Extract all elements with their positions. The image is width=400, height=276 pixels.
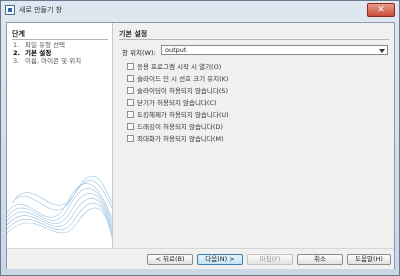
option-maximize-not-allowed[interactable]: 최대화가 허용되지 않습니다(M) xyxy=(127,133,224,143)
step-label: 이름, 아이콘 및 위치 xyxy=(25,57,82,65)
step-number: 1. xyxy=(13,41,20,49)
step-label: 파일 유형 선택 xyxy=(25,41,66,49)
app-icon xyxy=(5,5,15,15)
option-label: 드래깅이 허용되지 않습니다(D) xyxy=(137,123,223,131)
option-label: 응용 프로그램 시작 시 열기(O) xyxy=(137,63,222,71)
close-button[interactable]: ✕ xyxy=(367,3,395,17)
steps-heading: 단계 xyxy=(12,30,25,38)
option-sliding-not-allowed[interactable]: 슬라이딩이 허용되지 않습니다(S) xyxy=(127,85,228,95)
chevron-down-icon[interactable] xyxy=(379,49,385,53)
back-button[interactable]: < 뒤로(B) xyxy=(147,254,193,265)
checkbox[interactable] xyxy=(127,98,134,106)
help-button[interactable]: 도움말(H) xyxy=(347,254,391,265)
steps-list: 1. 파일 유형 선택 2. 기본 설정 3. 이름, 아이콘 및 위치 xyxy=(13,41,81,65)
step-item-current: 2. 기본 설정 xyxy=(13,49,81,57)
step-label: 기본 설정 xyxy=(25,49,52,57)
step-item: 1. 파일 유형 선택 xyxy=(13,41,81,49)
close-icon: ✕ xyxy=(377,5,385,15)
option-label: 슬라이드 인 시 선호 크기 유지(K) xyxy=(137,75,229,83)
checkbox[interactable] xyxy=(127,110,134,118)
option-dragging-not-allowed[interactable]: 드래깅이 허용되지 않습니다(D) xyxy=(127,121,223,131)
checkbox[interactable] xyxy=(127,134,134,142)
section-title: 기본 설정 xyxy=(119,30,148,38)
option-open-on-start[interactable]: 응용 프로그램 시작 시 열기(O) xyxy=(127,61,221,71)
option-label: 최대화가 허용되지 않습니다(M) xyxy=(137,135,224,143)
checkbox[interactable] xyxy=(127,122,134,130)
option-closing-not-allowed[interactable]: 닫기가 허용되지 않습니다(C) xyxy=(127,97,217,107)
steps-divider xyxy=(12,39,108,40)
decorative-waves-image xyxy=(7,175,112,239)
title-bar[interactable]: 새로 만들기 창 ✕ xyxy=(1,1,399,21)
checkbox[interactable] xyxy=(127,86,134,94)
option-label: 닫기가 허용되지 않습니다(C) xyxy=(137,99,217,107)
settings-panel: 기본 설정 창 위치(W): output 응용 프로그램 시작 시 열기(O)… xyxy=(119,23,391,248)
checkbox[interactable] xyxy=(127,74,134,82)
window-position-label: 창 위치(W): xyxy=(122,49,156,57)
option-label: 도킹해제가 허용되지 않습니다(U) xyxy=(137,111,229,119)
window-position-select[interactable]: output xyxy=(161,45,388,55)
window-position-value: output xyxy=(165,46,187,54)
option-label: 슬라이딩이 허용되지 않습니다(S) xyxy=(137,87,229,95)
steps-panel: 단계 1. 파일 유형 선택 2. 기본 설정 3. 이름, 아이콘 및 위치 xyxy=(7,23,113,248)
dialog-content: 단계 1. 파일 유형 선택 2. 기본 설정 3. 이름, 아이콘 및 위치 xyxy=(6,22,395,269)
step-number: 3. xyxy=(13,57,20,65)
section-divider xyxy=(119,39,389,40)
step-item: 3. 이름, 아이콘 및 위치 xyxy=(13,57,81,65)
window-title: 새로 만들기 창 xyxy=(19,6,63,14)
cancel-button[interactable]: 취소 xyxy=(297,254,343,265)
step-number: 2. xyxy=(13,49,20,57)
option-keep-preferred-size[interactable]: 슬라이드 인 시 선호 크기 유지(K) xyxy=(127,73,228,83)
finish-button[interactable]: 마침(F) xyxy=(247,254,293,265)
option-undocking-not-allowed[interactable]: 도킹해제가 허용되지 않습니다(U) xyxy=(127,109,229,119)
button-bar: < 뒤로(B) 다음(N) > 마침(F) 취소 도움말(H) xyxy=(7,248,394,269)
checkbox[interactable] xyxy=(127,62,134,70)
new-window-dialog: 새로 만들기 창 ✕ 단계 1. 파일 유형 선택 2. 기본 설정 3. 이름… xyxy=(0,0,400,276)
next-button[interactable]: 다음(N) > xyxy=(197,254,243,265)
